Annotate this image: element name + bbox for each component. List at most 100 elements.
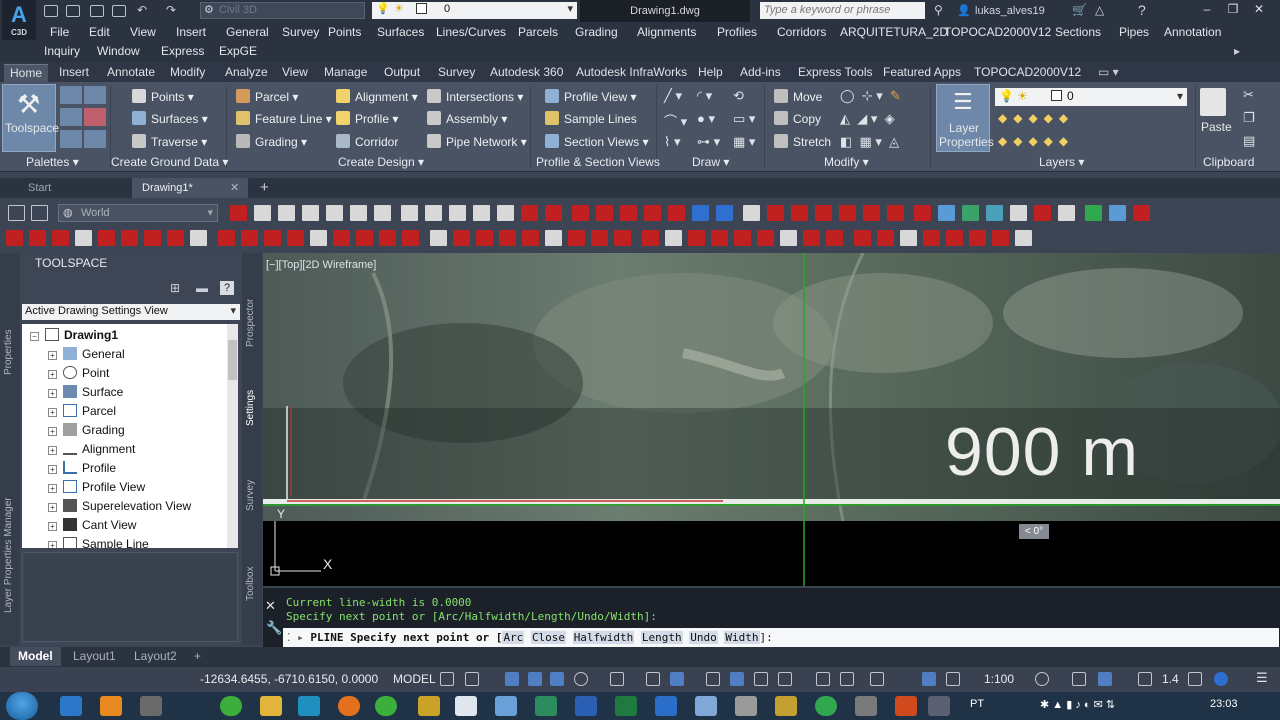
panel-create-design[interactable]: Create Design ▾ <box>338 155 424 169</box>
toolbar-tool-icon[interactable] <box>568 230 585 246</box>
toolbar-tool-icon[interactable] <box>1058 205 1075 221</box>
tab-home[interactable]: Home <box>4 64 49 82</box>
toolbar-tool-icon[interactable] <box>497 205 514 221</box>
save-as-icon[interactable] <box>112 5 126 17</box>
toolbar-tool-icon[interactable] <box>614 230 631 246</box>
binoculars-icon[interactable]: ⚲ <box>934 3 943 17</box>
alignment-button[interactable]: Alignment ▾ <box>336 89 418 104</box>
expand-icon[interactable]: + <box>48 503 57 512</box>
toolbar-tool-icon[interactable] <box>449 205 466 221</box>
collapse-icon[interactable]: − <box>30 332 39 341</box>
section-views-button[interactable]: Section Views ▾ <box>545 134 649 149</box>
new-icon[interactable] <box>44 5 58 17</box>
toolbar-tool-icon[interactable] <box>350 205 367 221</box>
tab-help[interactable]: Help <box>692 64 729 82</box>
menu-points[interactable]: Points <box>328 25 361 39</box>
settings-side-tab[interactable]: Settings <box>245 390 256 426</box>
toolbar-tool-icon[interactable] <box>278 205 295 221</box>
toolbar-tool-icon[interactable] <box>992 230 1009 246</box>
tree-scrollbar[interactable] <box>227 324 238 548</box>
quick-layer-select[interactable]: 💡 ☀ 0 ▾ <box>372 2 577 19</box>
toolbar-tool-icon[interactable] <box>167 230 184 246</box>
toolbar-tool-icon[interactable] <box>287 230 304 246</box>
layer-tools-icon-2[interactable]: ◆◆◆◆◆ <box>998 134 1074 148</box>
toolbar-tool-icon[interactable] <box>1010 205 1027 221</box>
copy-button[interactable]: Copy <box>774 111 821 126</box>
annotation-visibility-icon[interactable] <box>922 672 936 686</box>
wrench-icon[interactable]: 🔧 <box>266 620 282 636</box>
outlook-icon[interactable] <box>655 696 677 716</box>
option-length[interactable]: Length <box>640 631 683 644</box>
osnap-tracking-icon[interactable] <box>646 672 660 686</box>
tree-root[interactable]: − Drawing1 <box>30 326 118 345</box>
feature-line-button[interactable]: Feature Line ▾ <box>236 111 332 126</box>
scrollbar-thumb[interactable] <box>228 340 237 380</box>
circle-icon[interactable]: ● ▾ <box>697 111 715 127</box>
chrome-icon[interactable] <box>220 696 242 716</box>
ucs-select[interactable]: ◍ World ▾ <box>58 204 218 222</box>
add-layout-icon[interactable]: + <box>186 647 209 666</box>
toolbar-tool-icon[interactable] <box>121 230 138 246</box>
traverse-button[interactable]: Traverse ▾ <box>132 134 207 149</box>
pipe-network-button[interactable]: Pipe Network ▾ <box>427 134 527 149</box>
option-halfwidth[interactable]: Halfwidth <box>572 631 635 644</box>
tab-express-tools[interactable]: Express Tools <box>792 64 878 82</box>
cart-icon[interactable]: 🛒 <box>1072 3 1087 17</box>
toolbar-tool-icon[interactable] <box>379 230 396 246</box>
toolbar-tool-icon[interactable] <box>144 230 161 246</box>
isodraft-icon[interactable] <box>610 672 624 686</box>
match-icon[interactable]: ▤ <box>1243 133 1255 149</box>
intersections-button[interactable]: Intersections ▾ <box>427 89 523 104</box>
tab-analyze[interactable]: Analyze <box>219 64 274 82</box>
toolbar-tool-icon[interactable] <box>938 205 955 221</box>
toolbar-tool-icon[interactable] <box>75 230 92 246</box>
toolbar-tool-icon[interactable] <box>476 230 493 246</box>
toolbar-tool-icon[interactable] <box>374 205 391 221</box>
prospector-icon[interactable] <box>60 86 82 104</box>
polygon-icon[interactable]: ⌒ ▾ <box>664 111 687 130</box>
menu-grading[interactable]: Grading <box>575 25 618 39</box>
toolbar-tool-icon[interactable] <box>962 205 979 221</box>
skype-icon[interactable] <box>298 696 320 716</box>
selection-cycling-icon[interactable] <box>754 672 768 686</box>
menu-lines-curves[interactable]: Lines/Curves <box>436 25 506 39</box>
toolbar-tool-icon[interactable] <box>302 205 319 221</box>
toolbar-tool-icon[interactable] <box>310 230 327 246</box>
expand-icon[interactable]: + <box>48 522 57 531</box>
close-tab-icon[interactable]: ✕ <box>230 178 239 198</box>
app-logo[interactable]: A C3D <box>2 0 36 40</box>
coordinates-readout[interactable]: -12634.6455, -6710.6150, 0.0000 <box>200 667 378 691</box>
language-indicator[interactable]: PT <box>970 698 984 710</box>
menu-window[interactable]: Window <box>97 44 140 58</box>
word-icon[interactable] <box>575 696 597 716</box>
menu-more-chevron-icon[interactable]: ▸ <box>1234 44 1240 58</box>
3d-osnap-icon[interactable] <box>778 672 792 686</box>
expand-icon[interactable]: + <box>48 351 57 360</box>
workspace-gear-icon[interactable] <box>1035 672 1049 686</box>
menu-general[interactable]: General <box>226 25 269 39</box>
toolspace-button[interactable]: ⚒ Toolspace <box>2 84 59 152</box>
menu-inquiry[interactable]: Inquiry <box>44 44 80 58</box>
tree-item-alignment[interactable]: + Alignment <box>48 440 135 459</box>
toolbar-tool-icon[interactable] <box>356 230 373 246</box>
assembly-button[interactable]: Assembly ▾ <box>427 111 507 126</box>
command-input[interactable]: ⁚ ▸ PLINE Specify next point or [Arc Clo… <box>283 628 1279 647</box>
toolbar-tool-icon[interactable] <box>1109 205 1126 221</box>
toolbar-tool-icon[interactable] <box>863 205 880 221</box>
annotation-monitor-icon[interactable] <box>1072 672 1086 686</box>
toolspace-dock-icon[interactable]: ⊞ <box>170 281 180 295</box>
toolbox-side-tab[interactable]: Toolbox <box>245 567 256 601</box>
clock[interactable]: 23:03 <box>1210 698 1238 710</box>
toolspace-toggle-icon[interactable]: ▬ <box>196 281 208 295</box>
sample-lines-button[interactable]: Sample Lines <box>545 111 637 126</box>
menu-expge[interactable]: ExpGE <box>219 44 257 58</box>
toolbar-tool-icon[interactable] <box>854 230 871 246</box>
model-space-toggle[interactable]: MODEL <box>393 667 436 691</box>
toolbar-tool-icon[interactable] <box>326 205 343 221</box>
toolbar-tool-icon[interactable] <box>425 205 442 221</box>
toolbar-tool-icon[interactable] <box>620 205 637 221</box>
menu-topocad[interactable]: TOPOCAD2000V12 <box>944 25 1051 39</box>
quick-properties-icon[interactable] <box>1138 672 1152 686</box>
toolbar-tool-icon[interactable] <box>545 230 562 246</box>
transparency-icon[interactable] <box>730 672 744 686</box>
